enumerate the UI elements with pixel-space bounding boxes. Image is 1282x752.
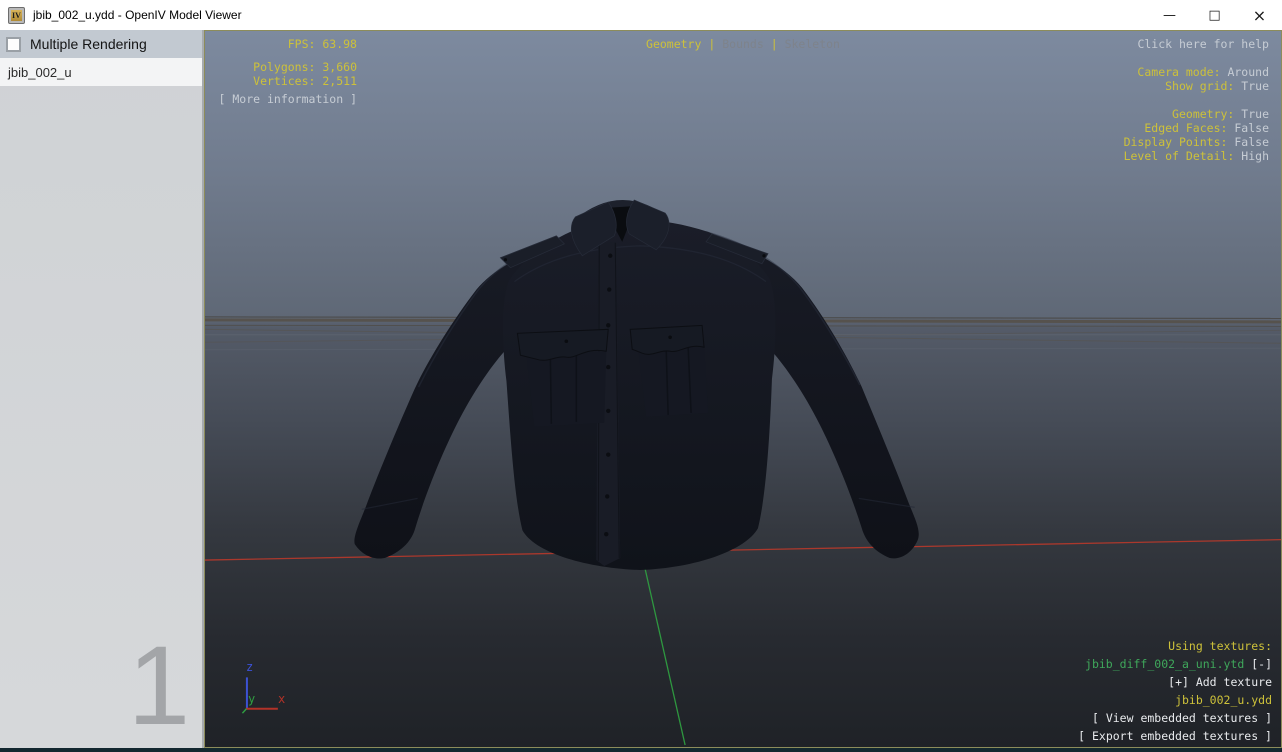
tab-bounds[interactable]: Bounds xyxy=(722,37,764,51)
model-shirt xyxy=(354,199,919,570)
axis-z-label: z xyxy=(246,660,254,674)
openiv-icon-text: IV xyxy=(11,9,22,21)
geometry-value: True xyxy=(1241,107,1269,121)
geometry-label: Geometry: xyxy=(1172,107,1235,121)
using-textures-header: Using textures: xyxy=(1168,639,1272,653)
texture-name[interactable]: jbib_diff_002_a_uni.ytd xyxy=(1085,657,1244,671)
camera-mode-row[interactable]: Camera mode: Around xyxy=(1124,65,1269,79)
maximize-button[interactable]: □ xyxy=(1192,0,1237,30)
view-embedded-textures-button[interactable]: [ View embedded textures ] xyxy=(1078,709,1272,727)
axis-y-label: y xyxy=(248,692,256,706)
add-texture-button[interactable]: [+] Add texture xyxy=(1078,673,1272,691)
vertices-readout: Vertices: 2,511 xyxy=(253,74,357,88)
multiple-rendering-label: Multiple Rendering xyxy=(30,36,147,52)
tab-geometry[interactable]: Geometry xyxy=(646,37,701,51)
geometry-row[interactable]: Geometry: True xyxy=(1124,107,1269,121)
show-grid-value: True xyxy=(1241,79,1269,93)
export-embedded-textures-button[interactable]: [ Export embedded textures ] xyxy=(1078,727,1272,745)
show-grid-label: Show grid: xyxy=(1165,79,1235,93)
minimize-button[interactable]: — xyxy=(1147,0,1192,30)
model-viewport[interactable]: FPS: 63.98 Polygons: 3,660 Vertices: 2,5… xyxy=(204,30,1282,748)
textures-block: Using textures: jbib_diff_002_a_uni.ytd … xyxy=(1078,637,1272,745)
show-grid-row[interactable]: Show grid: True xyxy=(1124,79,1269,93)
close-button[interactable]: × xyxy=(1237,0,1282,30)
edged-faces-row[interactable]: Edged Faces: False xyxy=(1124,121,1269,135)
multiple-rendering-row: Multiple Rendering xyxy=(0,30,202,58)
window-controls: — □ × xyxy=(1147,0,1282,30)
model-sidebar: Multiple Rendering jbib_002_u 1 xyxy=(0,30,204,748)
world-y-axis-line xyxy=(640,551,686,746)
edged-faces-value: False xyxy=(1234,121,1269,135)
level-of-detail-label: Level of Detail: xyxy=(1123,149,1235,163)
view-tabs: Geometry | Bounds | Skeleton xyxy=(205,37,1281,51)
display-points-row[interactable]: Display Points: False xyxy=(1124,135,1269,149)
camera-mode-value: Around xyxy=(1227,65,1269,79)
settings-block: Click here for help Camera mode: Around … xyxy=(1124,31,1269,163)
edged-faces-label: Edged Faces: xyxy=(1144,121,1228,135)
model-list-item[interactable]: jbib_002_u xyxy=(0,58,202,86)
gizmo-y-axis xyxy=(241,708,247,714)
polygons-readout: Polygons: 3,660 xyxy=(253,60,357,74)
title-bar[interactable]: IV jbib_002_u.ydd - OpenIV Model Viewer … xyxy=(0,0,1282,30)
help-link[interactable]: Click here for help xyxy=(1124,37,1269,51)
level-of-detail-value: High xyxy=(1241,149,1269,163)
model-file-name: jbib_002_u.ydd xyxy=(1175,693,1272,707)
level-of-detail-row[interactable]: Level of Detail: High xyxy=(1124,149,1269,163)
tab-separator: | xyxy=(770,37,778,51)
openiv-icon: IV xyxy=(8,6,25,24)
app-window: IV jbib_002_u.ydd - OpenIV Model Viewer … xyxy=(0,0,1282,752)
display-points-label: Display Points: xyxy=(1123,135,1228,149)
window-title: jbib_002_u.ydd - OpenIV Model Viewer xyxy=(33,8,242,22)
display-points-value: False xyxy=(1234,135,1269,149)
axis-x-label: x xyxy=(278,692,286,706)
tab-skeleton[interactable]: Skeleton xyxy=(785,37,840,51)
window-bottom-border xyxy=(0,748,1282,752)
remove-texture-button[interactable]: [-] xyxy=(1251,657,1272,671)
multiple-rendering-checkbox[interactable] xyxy=(6,36,21,52)
more-information-button[interactable]: [ More information ] xyxy=(215,92,357,106)
tab-separator: | xyxy=(708,37,716,51)
camera-mode-label: Camera mode: xyxy=(1137,65,1221,79)
page-indicator: 1 xyxy=(127,623,190,748)
texture-row: jbib_diff_002_a_uni.ytd [-] xyxy=(1078,655,1272,673)
